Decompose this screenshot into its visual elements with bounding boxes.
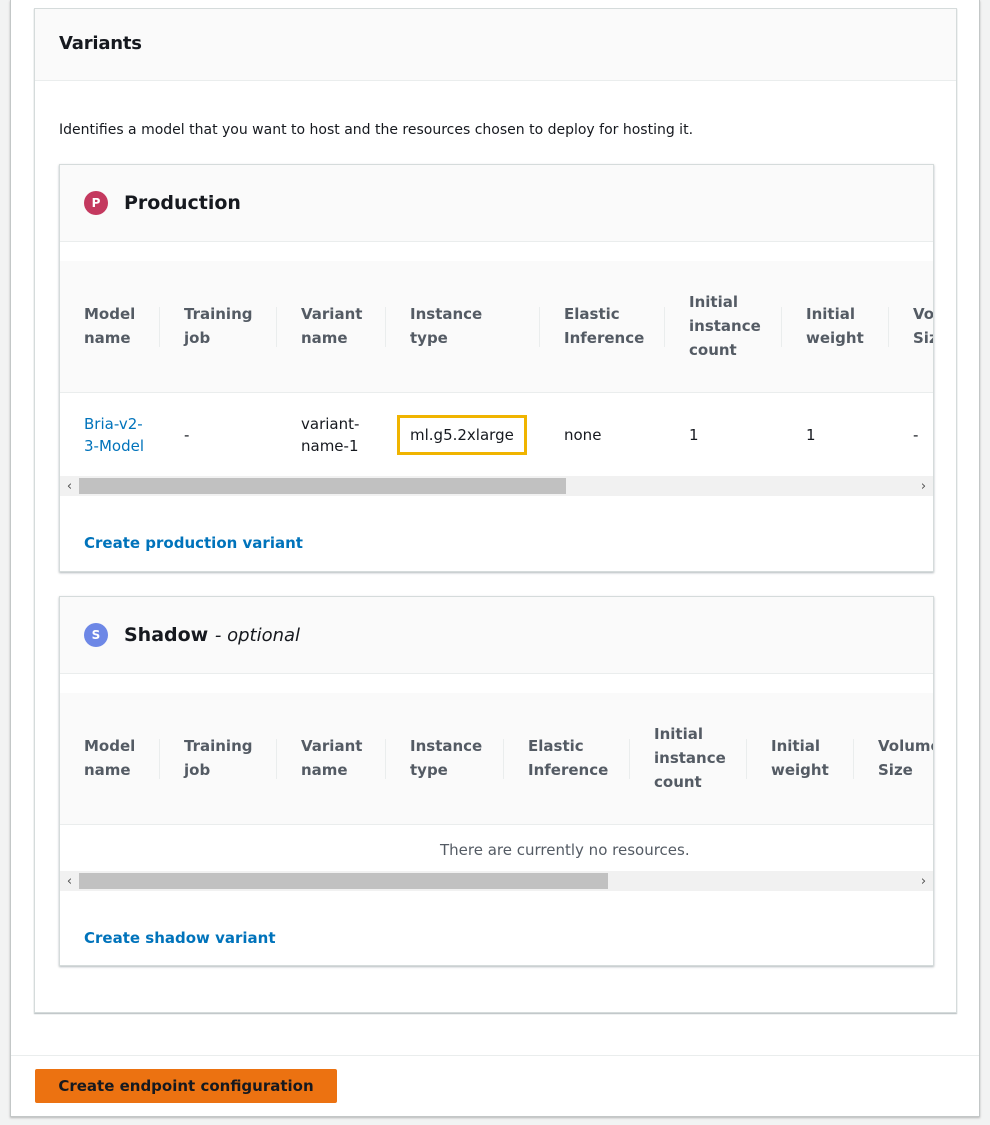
column-header-initial-weight[interactable]: Initial weight — [782, 261, 889, 392]
scroll-right-arrow-icon[interactable]: › — [914, 476, 933, 496]
column-header-initial-instance-count[interactable]: Initial instance count — [665, 261, 782, 392]
column-header-training-job[interactable]: Training job — [160, 261, 277, 392]
column-header-volume-size[interactable]: Volume Size — [889, 261, 933, 392]
shadow-horizontal-scrollbar[interactable]: ‹ › — [60, 871, 933, 891]
column-header-training-job[interactable]: Training job — [160, 693, 277, 824]
scroll-left-arrow-icon[interactable]: ‹ — [60, 871, 79, 891]
cell-initial-instance-count: 1 — [665, 391, 782, 478]
variants-header: Variants — [35, 9, 956, 81]
production-title: Production — [124, 192, 241, 214]
cell-initial-weight: 1 — [782, 391, 889, 478]
create-endpoint-configuration-button[interactable]: Create endpoint configuration — [35, 1069, 337, 1103]
column-header-variant-name[interactable]: Variant name — [277, 693, 386, 824]
cell-variant-name: variant-name-1 — [277, 391, 386, 478]
column-header-volume-size[interactable]: Volume Size — [854, 693, 933, 824]
shadow-optional-label: - optional — [214, 625, 301, 646]
shadow-table-header-row: Model name Training job Variant name Ins… — [60, 693, 933, 824]
scroll-right-arrow-icon[interactable]: › — [914, 871, 933, 891]
empty-state-text: There are currently no resources. — [60, 823, 933, 876]
production-badge-icon: P — [84, 191, 108, 215]
cell-instance-type: ml.g5.2xlarge — [386, 391, 540, 478]
production-horizontal-scrollbar[interactable]: ‹ › — [60, 476, 933, 496]
production-table-wrapper[interactable]: Model name Training job Variant name Ins… — [60, 261, 933, 478]
scroll-left-arrow-icon[interactable]: ‹ — [60, 476, 79, 496]
variants-description: Identifies a model that you want to host… — [59, 122, 694, 138]
table-row: Bria-v2-3-Model - variant-name-1 ml.g5.2… — [60, 391, 933, 478]
cell-model-name: Bria-v2-3-Model — [60, 391, 160, 478]
column-header-initial-weight[interactable]: Initial weight — [747, 693, 854, 824]
empty-state-row: There are currently no resources. — [60, 823, 933, 876]
endpoint-config-panel: Variants Identifies a model that you wan… — [10, 0, 980, 1117]
production-scroll-thumb[interactable] — [79, 478, 566, 494]
instance-type-highlight: ml.g5.2xlarge — [397, 415, 527, 456]
column-header-model-name[interactable]: Model name — [60, 261, 160, 392]
shadow-variants-table: Model name Training job Variant name Ins… — [60, 693, 933, 876]
shadow-card-header: S Shadow - optional — [60, 597, 933, 674]
cell-volume-size: - — [889, 391, 933, 478]
create-shadow-variant-link[interactable]: Create shadow variant — [84, 929, 276, 947]
footer-divider — [11, 1055, 979, 1056]
model-name-link[interactable]: Bria-v2-3-Model — [84, 415, 144, 455]
shadow-badge-icon: S — [84, 623, 108, 647]
production-variants-table: Model name Training job Variant name Ins… — [60, 261, 933, 478]
variants-title: Variants — [59, 33, 142, 54]
cell-training-job: - — [160, 391, 277, 478]
shadow-title: Shadow - optional — [124, 624, 301, 646]
create-production-variant-link[interactable]: Create production variant — [84, 534, 303, 552]
column-header-instance-type[interactable]: Instance type — [386, 261, 540, 392]
column-header-instance-type[interactable]: Instance type — [386, 693, 504, 824]
shadow-scroll-thumb[interactable] — [79, 873, 608, 889]
shadow-table-wrapper[interactable]: Model name Training job Variant name Ins… — [60, 693, 933, 876]
cell-elastic-inference: none — [540, 391, 665, 478]
column-header-elastic-inference[interactable]: Elastic Inference — [504, 693, 630, 824]
shadow-variant-card: S Shadow - optional Model name Training … — [59, 596, 934, 966]
production-table-header-row: Model name Training job Variant name Ins… — [60, 261, 933, 392]
column-header-elastic-inference[interactable]: Elastic Inference — [540, 261, 665, 392]
column-header-initial-instance-count[interactable]: Initial instance count — [630, 693, 747, 824]
column-header-model-name[interactable]: Model name — [60, 693, 160, 824]
column-header-variant-name[interactable]: Variant name — [277, 261, 386, 392]
production-variant-card: P Production Model name Training job Var… — [59, 164, 934, 572]
variants-container: Variants Identifies a model that you wan… — [34, 8, 957, 1013]
production-card-header: P Production — [60, 165, 933, 242]
